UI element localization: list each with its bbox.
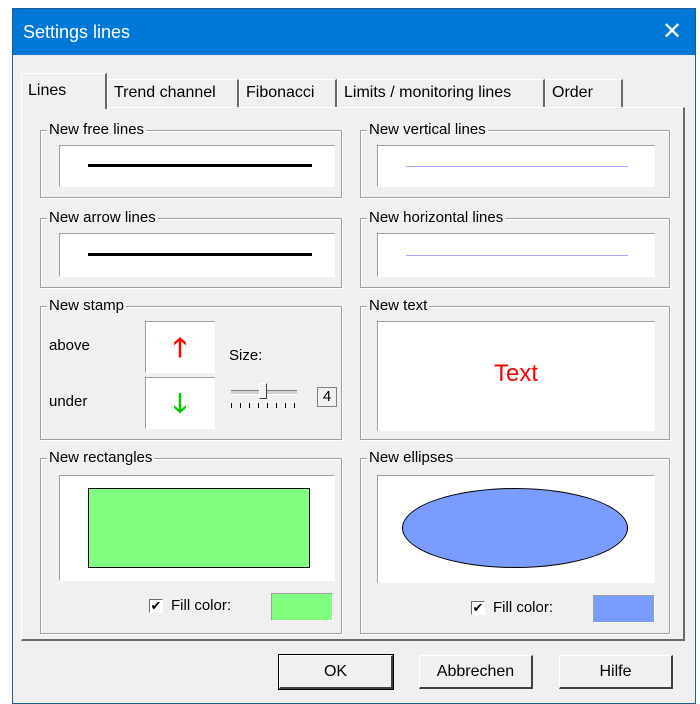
stamp-above-label: above [49, 337, 90, 354]
stamp-size-value: 4 [322, 388, 332, 405]
stamp-under-preview[interactable]: 🡓 [145, 377, 215, 429]
settings-lines-dialog: Settings lines ✕ Lines Trend channel Fib… [12, 8, 696, 704]
group-new-vertical-lines: New vertical lines [360, 121, 670, 198]
tab-panel-lines: New free lines New vertical lines New ar… [21, 107, 685, 641]
group-new-rectangles: New rectangles ✔ Fill color: [40, 449, 342, 634]
ellipse-sample [402, 488, 628, 568]
rectangle-fill-color-swatch[interactable] [271, 593, 333, 621]
group-new-stamp: New stamp above 🡑 under 🡓 Size: 4 [40, 297, 342, 440]
close-icon[interactable]: ✕ [649, 9, 695, 55]
free-line-sample [88, 164, 312, 167]
group-new-text: New text Text [360, 297, 670, 440]
title-bar: Settings lines ✕ [13, 9, 695, 55]
help-button[interactable]: Hilfe [559, 655, 673, 689]
stamp-size-label: Size: [229, 347, 263, 364]
group-label: New vertical lines [367, 121, 488, 138]
arrow-line-preview[interactable] [59, 233, 335, 277]
tab-fibonacci[interactable]: Fibonacci [239, 79, 337, 107]
tab-strip: Lines Trend channel Fibonacci Limits / m… [13, 55, 695, 111]
group-label: New stamp [47, 297, 127, 314]
vertical-line-preview[interactable] [377, 145, 655, 187]
horizontal-line-preview[interactable] [377, 233, 655, 277]
group-label: New horizontal lines [367, 209, 506, 226]
ellipse-fill-checkbox[interactable]: ✔ [471, 601, 485, 615]
stamp-size-slider[interactable] [229, 383, 301, 411]
horizontal-line-sample [406, 255, 628, 256]
ellipse-preview[interactable] [377, 475, 655, 583]
slider-thumb[interactable] [259, 383, 267, 399]
arrow-line-sample [88, 253, 312, 256]
group-label: New ellipses [367, 449, 456, 466]
tab-order[interactable]: Order [545, 79, 623, 107]
tab-lines[interactable]: Lines [21, 73, 107, 109]
stamp-under-label: under [49, 393, 88, 410]
window-title: Settings lines [23, 22, 131, 42]
free-line-preview[interactable] [59, 145, 335, 187]
ok-button[interactable]: OK [278, 654, 394, 690]
stamp-above-preview[interactable]: 🡑 [145, 321, 215, 373]
slider-ticks [231, 403, 297, 408]
group-label: New free lines [47, 121, 147, 138]
ellipse-fill-color-swatch[interactable] [593, 595, 655, 623]
red-up-arrow-icon: 🡑 [173, 332, 187, 362]
group-new-ellipses: New ellipses ✔ Fill color: [360, 449, 670, 634]
group-label: New rectangles [47, 449, 155, 466]
text-preview[interactable]: Text [377, 321, 655, 431]
group-new-free-lines: New free lines [40, 121, 342, 198]
rectangle-sample [88, 488, 310, 568]
tab-trend-channel[interactable]: Trend channel [107, 79, 239, 107]
text-sample: Text [493, 360, 538, 387]
green-down-arrow-icon: 🡓 [173, 388, 187, 418]
group-label: New arrow lines [47, 209, 158, 226]
stamp-size-value-box: 4 [317, 387, 337, 407]
rectangle-fill-label: Fill color: [171, 597, 232, 614]
vertical-line-sample [406, 166, 628, 167]
cancel-button[interactable]: Abbrechen [419, 655, 533, 689]
rectangle-fill-checkbox[interactable]: ✔ [149, 599, 163, 613]
rectangle-preview[interactable] [59, 475, 335, 581]
group-new-horizontal-lines: New horizontal lines [360, 209, 670, 288]
tab-limits-monitoring-lines[interactable]: Limits / monitoring lines [337, 79, 545, 107]
group-new-arrow-lines: New arrow lines [40, 209, 342, 288]
group-label: New text [367, 297, 430, 314]
ellipse-fill-label: Fill color: [493, 599, 554, 616]
